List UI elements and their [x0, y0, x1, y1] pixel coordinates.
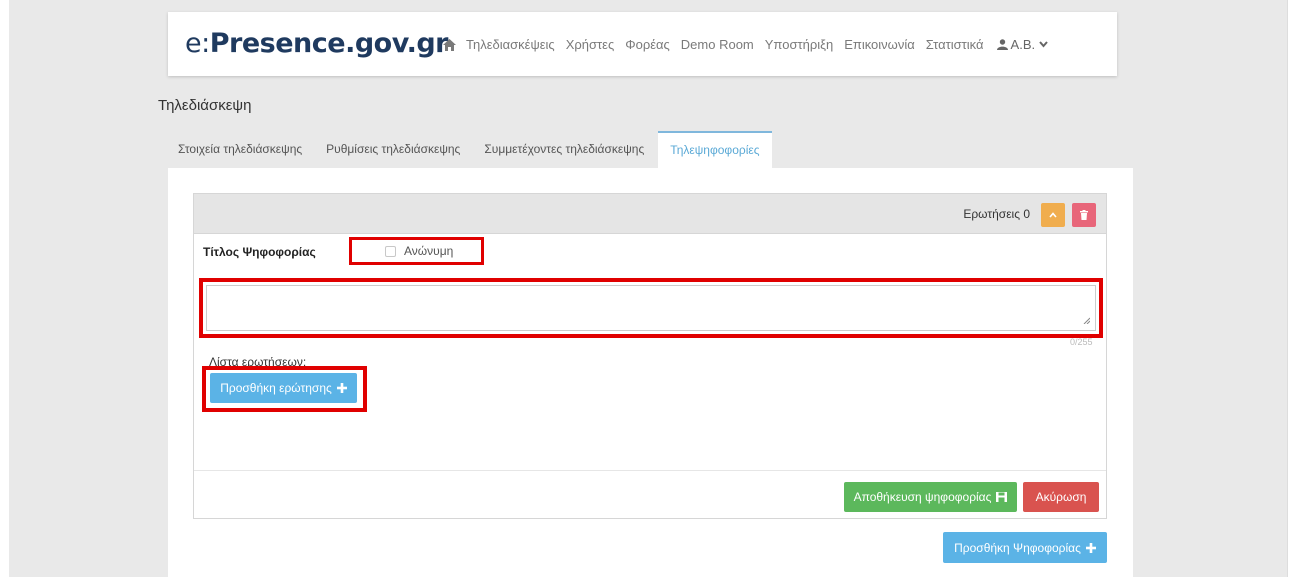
delete-poll-button[interactable] — [1072, 203, 1096, 227]
poll-title-label: Τίτλος Ψηφοφορίας — [203, 245, 316, 259]
trash-icon — [1080, 210, 1088, 220]
char-counter: 0/255 — [1070, 337, 1093, 347]
page-title: Τηλεδιάσκεψη — [158, 97, 252, 114]
poll-title-input[interactable] — [206, 285, 1096, 331]
chevron-down-icon — [1039, 41, 1048, 48]
anonymous-label: Ανώνυμη — [404, 244, 454, 258]
site-logo[interactable]: e:Presence.gov.gr — [185, 28, 448, 59]
add-poll-button[interactable]: Προσθήκη Ψηφοφορίας — [943, 532, 1107, 563]
plus-icon — [336, 383, 347, 393]
nav-item-contact[interactable]: Επικοινωνία — [844, 37, 915, 52]
anonymous-checkbox[interactable] — [385, 245, 396, 257]
save-icon — [996, 492, 1008, 502]
tab-details[interactable]: Στοιχεία τηλεδιάσκεψης — [168, 131, 312, 168]
chevron-up-icon — [1049, 212, 1057, 218]
user-name: Α.Β. — [1010, 37, 1036, 52]
add-poll-label: Προσθήκη Ψηφοφορίας — [954, 540, 1081, 555]
top-navbar: e:Presence.gov.gr Τηλεδιασκέψεις Χρήστες… — [168, 12, 1117, 76]
poll-card: Ερωτήσεις 0 Τίτλος Ψηφοφορίας Ανώνυμη 0/… — [193, 193, 1107, 519]
add-question-label: Προσθήκη ερώτησης — [220, 381, 332, 395]
anonymous-option[interactable]: Ανώνυμη — [349, 237, 484, 265]
left-edge — [0, 0, 9, 577]
home-icon[interactable] — [443, 38, 456, 51]
collapse-button[interactable] — [1041, 203, 1065, 227]
nav-item-demo-room[interactable]: Demo Room — [681, 37, 754, 52]
poll-card-footer: Αποθήκευση ψηφοφορίας Ακύρωση — [194, 470, 1106, 519]
resize-handle-icon[interactable] — [1083, 317, 1090, 324]
scrollbar[interactable] — [1287, 0, 1296, 577]
tab-polls[interactable]: Τηλεψηφοφορίες — [658, 131, 772, 168]
poll-title-highlight — [199, 278, 1103, 338]
plus-icon — [1085, 542, 1096, 553]
conference-tabs: Στοιχεία τηλεδιάσκεψης Ρυθμίσεις τηλεδιά… — [168, 131, 776, 168]
add-question-button[interactable]: Προσθήκη ερώτησης — [210, 373, 357, 403]
nav-item-conferences[interactable]: Τηλεδιασκέψεις — [466, 37, 555, 52]
tab-participants[interactable]: Συμμετέχοντες τηλεδιάσκεψης — [474, 131, 654, 168]
nav-item-support[interactable]: Υποστήριξη — [765, 37, 833, 52]
main-nav: Τηλεδιασκέψεις Χρήστες Φορέας Demo Room … — [443, 37, 1051, 52]
save-poll-label: Αποθήκευση ψηφοφορίας — [853, 490, 992, 504]
user-menu[interactable]: Α.Β. — [996, 37, 1052, 52]
nav-item-statistics[interactable]: Στατιστικά — [926, 37, 984, 52]
tab-settings[interactable]: Ρυθμίσεις τηλεδιάσκεψης — [316, 131, 470, 168]
nav-item-users[interactable]: Χρήστες — [566, 37, 615, 52]
cancel-button[interactable]: Ακύρωση — [1023, 482, 1099, 512]
user-icon — [996, 39, 1008, 50]
poll-card-header: Ερωτήσεις 0 — [194, 194, 1106, 234]
nav-item-organization[interactable]: Φορέας — [625, 37, 670, 52]
add-question-highlight: Προσθήκη ερώτησης — [202, 366, 367, 412]
questions-count: Ερωτήσεις 0 — [963, 207, 1030, 221]
save-poll-button[interactable]: Αποθήκευση ψηφοφορίας — [844, 482, 1017, 512]
